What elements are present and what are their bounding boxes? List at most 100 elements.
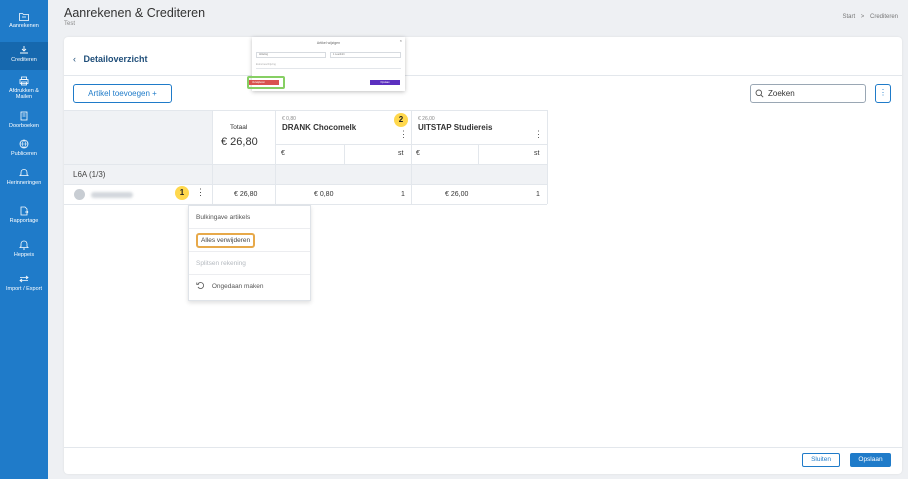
page-title: Aanrekenen & Crediteren xyxy=(64,6,206,20)
table-header-blank xyxy=(64,110,212,164)
breadcrumb: Start > Crediteren xyxy=(842,14,898,20)
detail-header: ‹ Detailoverzicht xyxy=(73,54,148,64)
dialog-title: Artikel wijzigen xyxy=(316,41,341,45)
close-button[interactable]: Sluiten xyxy=(802,453,840,467)
sidebar-item-afdrukken[interactable]: Afdrukken & Mailen xyxy=(0,76,48,106)
menu-item-split-invoice: Splitsen rekening xyxy=(189,252,310,275)
search-input[interactable]: Zoeken xyxy=(750,84,866,103)
sidebar-item-crediteren[interactable]: Crediteren xyxy=(0,42,48,70)
dialog-select: 1 Leerlinhi xyxy=(330,52,401,58)
report-icon xyxy=(20,206,29,216)
sidebar-item-import-export[interactable]: Import / Export xyxy=(0,274,48,298)
column-name: UITSTAP Studiereis xyxy=(418,123,493,132)
row-col2-qty[interactable]: 1 xyxy=(536,191,540,198)
table-line xyxy=(411,110,412,204)
sidebar-item-label: Heppeis xyxy=(13,252,35,258)
sidebar-item-aanrekenen[interactable]: Aanrekenen xyxy=(0,12,48,38)
dialog-close-icon: × xyxy=(399,38,402,43)
dialog-confirm-button: Opslaan xyxy=(370,80,400,85)
table-line xyxy=(212,110,213,204)
dialog-delete-highlight: Verwijderen xyxy=(247,76,285,89)
column-options-button[interactable]: ⋮ xyxy=(399,129,408,140)
row-col1-qty[interactable]: 1 xyxy=(401,191,405,198)
menu-item-bulk-entry[interactable]: Bulkingave artikels xyxy=(189,206,310,229)
dialog-preview: Artikel wijzigen × Afdeling 1 Leerlinhi … xyxy=(247,37,405,91)
sidebar-item-label: Publiceren xyxy=(11,151,37,157)
column-name: DRANK Chocomelk xyxy=(282,123,357,132)
row-context-menu: Bulkingave artikels Alles verwijderen Sp… xyxy=(188,205,311,301)
back-chevron-icon[interactable]: ‹ xyxy=(73,54,76,64)
menu-item-label: Splitsen rekening xyxy=(196,260,246,267)
bell-icon xyxy=(19,169,29,176)
table-line xyxy=(478,144,479,164)
sidebar-item-rapportage[interactable]: Rapportage xyxy=(0,206,48,230)
row-total: € 26,80 xyxy=(234,191,258,198)
breadcrumb-separator: > xyxy=(860,14,865,20)
step-badge-2: 2 xyxy=(394,113,408,127)
dialog-delete-button: Verwijderen xyxy=(249,80,279,85)
undo-icon xyxy=(196,282,204,289)
detail-card: ‹ Detailoverzicht Artikel toevoegen + Zo… xyxy=(64,37,902,474)
sidebar-item-label: Doorboeken xyxy=(9,123,39,129)
menu-item-undo[interactable]: Ongedaan maken xyxy=(189,275,310,298)
table-line xyxy=(64,110,547,111)
column-price: € 0,80 xyxy=(282,116,296,122)
table-line xyxy=(64,164,547,165)
table-line xyxy=(64,184,547,185)
sidebar-item-label: Afdrukken & Mailen xyxy=(9,88,39,100)
sidebar-item-label: Import / Export xyxy=(5,286,43,292)
menu-item-label: Ongedaan maken xyxy=(211,283,264,290)
group-row xyxy=(64,164,547,184)
search-icon xyxy=(755,89,764,98)
breadcrumb-current: Crediteren xyxy=(869,14,898,20)
more-options-button[interactable]: ⋮ xyxy=(875,84,891,103)
sidebar-item-doorboeken[interactable]: Doorboeken xyxy=(0,111,48,135)
print-icon xyxy=(19,76,29,86)
column-unit-quantity: st xyxy=(398,150,404,157)
total-label: Totaal xyxy=(230,124,248,131)
sidebar: Aanrekenen Crediteren Afdrukken & Mailen… xyxy=(0,0,48,479)
dialog-select: Afdeling xyxy=(256,52,326,58)
divider xyxy=(64,75,902,76)
group-label: L6A (1/3) xyxy=(73,170,106,179)
divider xyxy=(64,447,902,448)
row-col2-amount[interactable]: € 26,00 xyxy=(445,191,468,198)
sidebar-item-label: Rapportage xyxy=(9,218,39,224)
sidebar-item-label: Crediteren xyxy=(11,57,37,63)
credit-icon xyxy=(20,46,28,54)
book-icon xyxy=(20,111,28,121)
column-unit-currency: € xyxy=(281,150,285,157)
table-line xyxy=(275,110,276,204)
search-placeholder: Zoeken xyxy=(768,89,795,98)
breadcrumb-start[interactable]: Start xyxy=(842,14,855,20)
column-unit-quantity: st xyxy=(534,150,540,157)
save-button[interactable]: Opslaan xyxy=(850,453,891,467)
page-subtitle: Test xyxy=(64,21,76,27)
menu-item-label: Bulkingave artikels xyxy=(196,214,251,221)
column-unit-currency: € xyxy=(416,150,420,157)
sidebar-item-publiceren[interactable]: Publiceren xyxy=(0,139,48,163)
total-value: € 26,80 xyxy=(221,136,258,148)
swap-icon xyxy=(19,275,29,283)
sidebar-item-heppeis[interactable]: Heppeis xyxy=(0,240,48,264)
folder-icon xyxy=(19,13,29,21)
row-col1-amount[interactable]: € 0,80 xyxy=(314,191,333,198)
step-badge-1: 1 xyxy=(175,186,189,200)
sidebar-item-label: Herinneringen xyxy=(6,180,42,186)
menu-item-delete-all[interactable]: Alles verwijderen xyxy=(189,229,310,252)
detail-title: Detailoverzicht xyxy=(83,54,148,64)
sidebar-item-herinneringen[interactable]: Herinneringen xyxy=(0,168,48,192)
globe-icon xyxy=(19,139,29,149)
table-line xyxy=(344,144,345,164)
column-price: € 26,00 xyxy=(418,116,435,122)
table-line xyxy=(547,110,548,204)
student-name-blurred xyxy=(91,192,133,198)
avatar xyxy=(74,189,85,200)
sidebar-item-label: Aanrekenen xyxy=(9,23,39,29)
menu-item-label: Alles verwijderen xyxy=(196,233,256,248)
column-options-button[interactable]: ⋮ xyxy=(534,129,543,140)
add-article-button[interactable]: Artikel toevoegen + xyxy=(73,84,172,103)
row-options-button[interactable]: ⋮ xyxy=(196,187,205,198)
dialog-input: Extra beschrijving xyxy=(256,63,401,69)
alert-icon xyxy=(19,240,29,250)
